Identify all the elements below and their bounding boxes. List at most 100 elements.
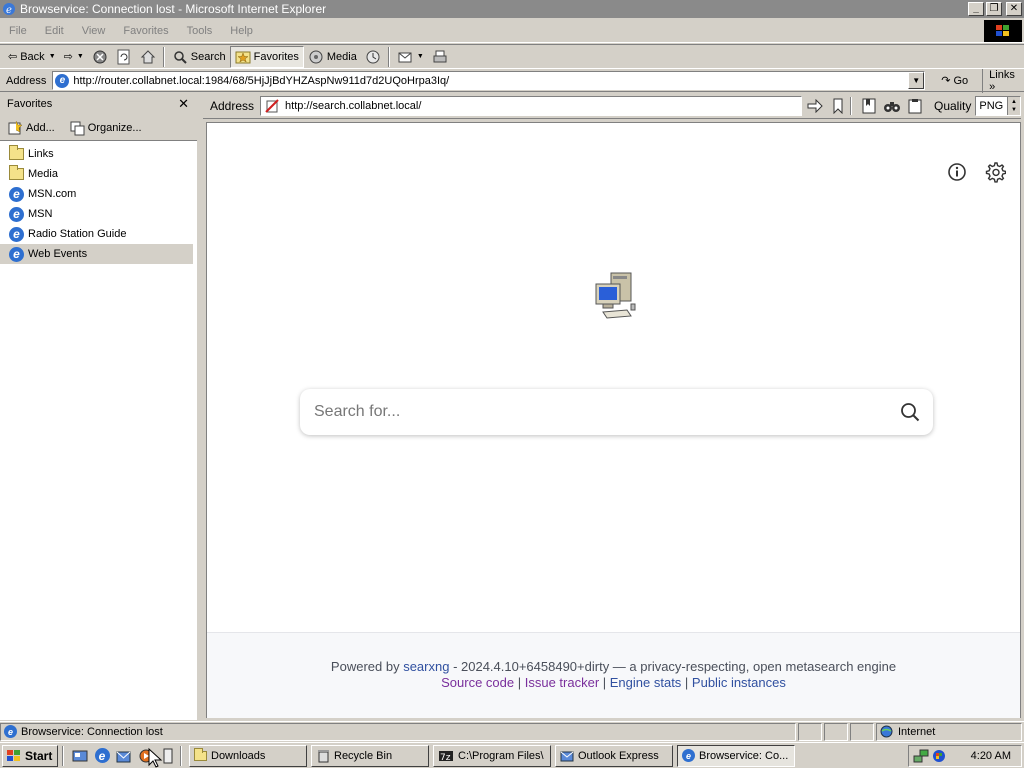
version-text: - 2024.4.10+6458490+dirty — a privacy-re… (449, 659, 897, 674)
bookmark-manager-button[interactable] (860, 97, 878, 115)
refresh-button[interactable] (112, 46, 136, 68)
back-dropdown-icon[interactable]: ▼ (49, 53, 56, 60)
favorite-item-radio-station-guide[interactable]: e Radio Station Guide (0, 224, 193, 244)
spin-up-icon[interactable]: ▲ (1011, 98, 1017, 106)
settings-gear-icon[interactable] (984, 161, 1006, 183)
mail-button[interactable]: ▼ (393, 46, 428, 68)
clipboard-button[interactable] (906, 97, 924, 115)
public-instances-link[interactable]: Public instances (692, 675, 786, 690)
add-favorite-button[interactable]: Add... (7, 120, 55, 136)
go-button[interactable]: ↷ Go (941, 74, 968, 88)
folder-icon (9, 165, 24, 180)
start-button[interactable]: Start (2, 744, 58, 767)
close-panel-icon[interactable]: ✕ (178, 96, 189, 112)
add-label: Add... (26, 121, 55, 134)
stop-button[interactable] (88, 46, 112, 68)
engine-stats-link[interactable]: Engine stats (610, 675, 682, 690)
task-browservice[interactable]: e Browservice: Co... (677, 744, 795, 767)
taskbar-separator (62, 745, 64, 766)
history-button[interactable] (361, 46, 385, 68)
favorite-item-links[interactable]: Links (0, 144, 193, 164)
favorites-list: Links Media e MSN.com e MSN e Radio Stat… (0, 141, 197, 264)
source-code-link[interactable]: Source code (441, 675, 514, 690)
print-button[interactable] (428, 46, 452, 68)
show-desktop-button[interactable] (71, 747, 89, 765)
inner-go-button[interactable] (807, 97, 825, 115)
ie-page-icon: e (9, 226, 24, 242)
address-toolbar: Address e http://router.collabnet.local:… (0, 68, 1024, 93)
task-downloads[interactable]: Downloads (189, 744, 307, 767)
forward-button[interactable]: ⇨ ▼ (60, 46, 88, 68)
menu-edit[interactable]: Edit (36, 25, 73, 37)
address-dropdown-icon[interactable]: ▼ (908, 72, 925, 89)
info-icon[interactable] (946, 161, 968, 183)
address-url: http://router.collabnet.local:1984/68/5H… (73, 74, 450, 87)
favorite-item-msn[interactable]: e MSN (0, 204, 193, 224)
start-label: Start (25, 748, 53, 763)
favorite-item-msn-com[interactable]: e MSN.com (0, 184, 193, 204)
favorite-item-web-events[interactable]: e Web Events (0, 244, 193, 264)
inner-address-label: Address (210, 98, 255, 113)
links-toolbar[interactable]: Links » (982, 68, 1024, 93)
media-icon (309, 50, 323, 63)
organize-favorites-button[interactable]: Organize... (69, 120, 142, 136)
task-program-files[interactable]: 7z C:\Program Files\ (433, 744, 551, 767)
favorite-label: Radio Station Guide (28, 228, 127, 240)
network-icon[interactable] (913, 748, 929, 764)
inner-address-input[interactable]: http://search.collabnet.local/ (260, 95, 802, 116)
launch-outlook-button[interactable] (115, 747, 133, 765)
search-input[interactable]: Search for... (300, 389, 933, 435)
favorite-item-media[interactable]: Media (0, 164, 193, 184)
bookmark-icon (833, 98, 843, 114)
search-button[interactable]: Search (168, 46, 230, 68)
ie-page-icon: e (9, 206, 24, 222)
favorite-label: MSN.com (28, 188, 77, 200)
forward-dropdown-icon[interactable]: ▼ (77, 53, 84, 60)
launch-ie-button[interactable]: e (93, 747, 111, 765)
searxng-link[interactable]: searxng (403, 659, 449, 674)
add-favorite-icon (8, 120, 23, 134)
spin-down-icon[interactable]: ▼ (1011, 106, 1017, 114)
search-icon[interactable] (900, 402, 920, 422)
refresh-icon (117, 49, 130, 64)
windows-tray-icon[interactable] (931, 748, 947, 764)
link-separator: | (514, 675, 525, 690)
links-label: Links (989, 68, 1015, 81)
binoculars-icon (884, 101, 901, 112)
favorites-button[interactable]: Favorites (229, 45, 304, 68)
bookmark-button[interactable] (829, 97, 847, 115)
task-outlook-express[interactable]: Outlook Express (555, 744, 673, 767)
quality-spinner[interactable]: ▲ ▼ (1007, 96, 1021, 115)
folder-icon (9, 145, 24, 160)
task-recycle-bin[interactable]: Recycle Bin (311, 744, 429, 767)
quality-selector[interactable]: PNG ▲ ▼ (975, 95, 1022, 116)
footer-line-2: Source code | Issue tracker | Engine sta… (207, 675, 1020, 691)
address-input[interactable]: e http://router.collabnet.local:1984/68/… (52, 71, 926, 90)
menu-file[interactable]: File (0, 25, 36, 37)
menu-help[interactable]: Help (221, 25, 262, 37)
status-cell (798, 722, 822, 741)
print-icon (433, 50, 447, 62)
history-icon (366, 50, 380, 63)
favorites-label: Favorites (253, 50, 299, 63)
issue-tracker-link[interactable]: Issue tracker (525, 675, 599, 690)
ie-logo-icon: e (3, 3, 15, 16)
mail-dropdown-icon[interactable]: ▼ (417, 53, 424, 60)
minimize-button[interactable]: _ (968, 2, 984, 16)
home-button[interactable] (136, 46, 160, 68)
menu-favorites[interactable]: Favorites (114, 25, 177, 37)
menu-view[interactable]: View (73, 25, 115, 37)
menu-tools[interactable]: Tools (178, 25, 222, 37)
clipboard-icon (908, 98, 922, 113)
close-button[interactable]: ✕ (1006, 2, 1022, 16)
media-button[interactable]: Media (304, 46, 361, 68)
title-bar[interactable]: e Browservice: Connection lost - Microso… (0, 0, 1024, 18)
favorite-label: Web Events (28, 248, 88, 260)
restore-button[interactable]: ❐ (986, 2, 1002, 16)
back-label: Back (20, 50, 45, 63)
windows-flag-icon (7, 749, 20, 761)
task-label: Outlook Express (578, 749, 659, 762)
find-button[interactable] (883, 97, 901, 115)
back-button[interactable]: ⇦ Back ▼ (4, 46, 60, 68)
svg-text:7z: 7z (440, 753, 451, 763)
